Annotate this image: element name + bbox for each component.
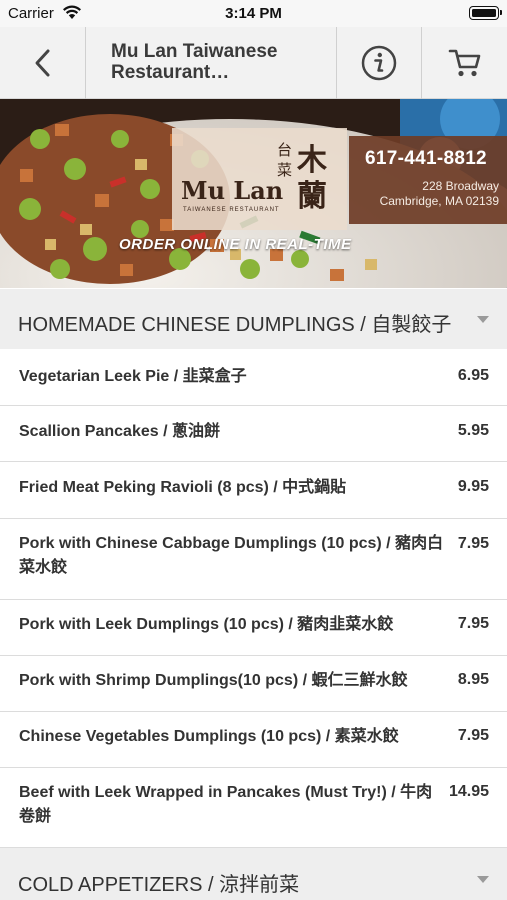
menu-item-name: Vegetarian Leek Pie / 韭菜盒子 — [19, 368, 247, 385]
logo-subtitle: TAIWANESE RESTAURANT — [183, 207, 280, 213]
menu-item-price: 14.95 — [448, 783, 489, 800]
menu-item-name: Pork with Leek Dumplings (10 pcs) / 豬肉韭菜… — [19, 616, 394, 633]
section-header-cold-appetizers[interactable]: COLD APPETIZERS / 涼拌前菜 — [0, 848, 507, 900]
logo-cjk-char: 蘭 — [297, 179, 327, 214]
menu-item-price: 7.95 — [457, 615, 489, 632]
page-title: Mu Lan Taiwanese Restaurant… — [111, 41, 278, 83]
section-header-dumplings[interactable]: HOMEMADE CHINESE DUMPLINGS / 自製餃子 — [0, 289, 507, 349]
section-title: HOMEMADE CHINESE DUMPLINGS / 自製餃子 — [18, 314, 452, 336]
menu-item-name: Scallion Pancakes / 蔥油餅 — [19, 423, 220, 440]
menu-item[interactable]: Fried Meat Peking Ravioli (8 pcs) / 中式鍋貼… — [0, 462, 507, 519]
address-line2: Cambridge, MA 02139 — [379, 194, 499, 208]
logo-name: Mu Lan — [181, 176, 284, 205]
nav-bar: Mu Lan Taiwanese Restaurant… — [0, 27, 507, 99]
menu-item-price: 6.95 — [457, 367, 489, 384]
menu-item[interactable]: Vegetarian Leek Pie / 韭菜盒子 6.95 — [0, 349, 507, 406]
chevron-left-icon — [35, 49, 49, 77]
section-title: COLD APPETIZERS / 涼拌前菜 — [18, 874, 300, 896]
chevron-down-icon — [477, 316, 489, 323]
menu-item-name: Beef with Leek Wrapped in Pancakes (Must… — [19, 784, 433, 825]
menu-item[interactable]: Scallion Pancakes / 蔥油餅 5.95 — [0, 406, 507, 462]
info-icon — [361, 45, 397, 81]
menu-item-price: 8.95 — [457, 671, 489, 688]
status-bar: Carrier 3:14 PM — [0, 0, 507, 27]
logo-cjk-char: 台 — [277, 141, 293, 159]
restaurant-banner: 台 菜 木 蘭 Mu Lan TAIWANESE RESTAURANT 617-… — [0, 99, 507, 288]
menu-item-name: Pork with Chinese Cabbage Dumplings (10 … — [19, 535, 444, 576]
chevron-down-icon — [477, 876, 489, 883]
menu-item-price: 7.95 — [457, 727, 489, 744]
menu-item-price: 9.95 — [457, 478, 489, 495]
menu-item[interactable]: Beef with Leek Wrapped in Pancakes (Must… — [0, 768, 507, 848]
menu-item-price: 7.95 — [457, 535, 489, 552]
cart-button[interactable] — [422, 27, 507, 99]
order-online-tagline: ORDER ONLINE IN REAL-TIME — [119, 236, 352, 253]
address-line1: 228 Broadway — [422, 179, 499, 193]
menu-item-name: Chinese Vegetables Dumplings (10 pcs) / … — [19, 728, 399, 745]
menu-item[interactable]: Pork with Leek Dumplings (10 pcs) / 豬肉韭菜… — [0, 600, 507, 656]
info-button[interactable] — [336, 27, 422, 99]
menu-item[interactable]: Pork with Shrimp Dumplings(10 pcs) / 蝦仁三… — [0, 656, 507, 712]
battery-icon — [469, 6, 502, 20]
menu-item[interactable]: Chinese Vegetables Dumplings (10 pcs) / … — [0, 712, 507, 768]
cart-icon — [448, 49, 480, 77]
menu-item[interactable]: Pork with Chinese Cabbage Dumplings (10 … — [0, 519, 507, 600]
back-button[interactable] — [0, 27, 86, 99]
phone-number[interactable]: 617-441-8812 — [365, 148, 487, 170]
contact-box: 617-441-8812 228 Broadway Cambridge, MA … — [349, 136, 507, 224]
clock: 3:14 PM — [225, 5, 282, 22]
menu-item-name: Pork with Shrimp Dumplings(10 pcs) / 蝦仁三… — [19, 672, 408, 689]
menu-item-price: 5.95 — [457, 422, 489, 439]
menu-item-name: Fried Meat Peking Ravioli (8 pcs) / 中式鍋貼 — [19, 479, 347, 496]
